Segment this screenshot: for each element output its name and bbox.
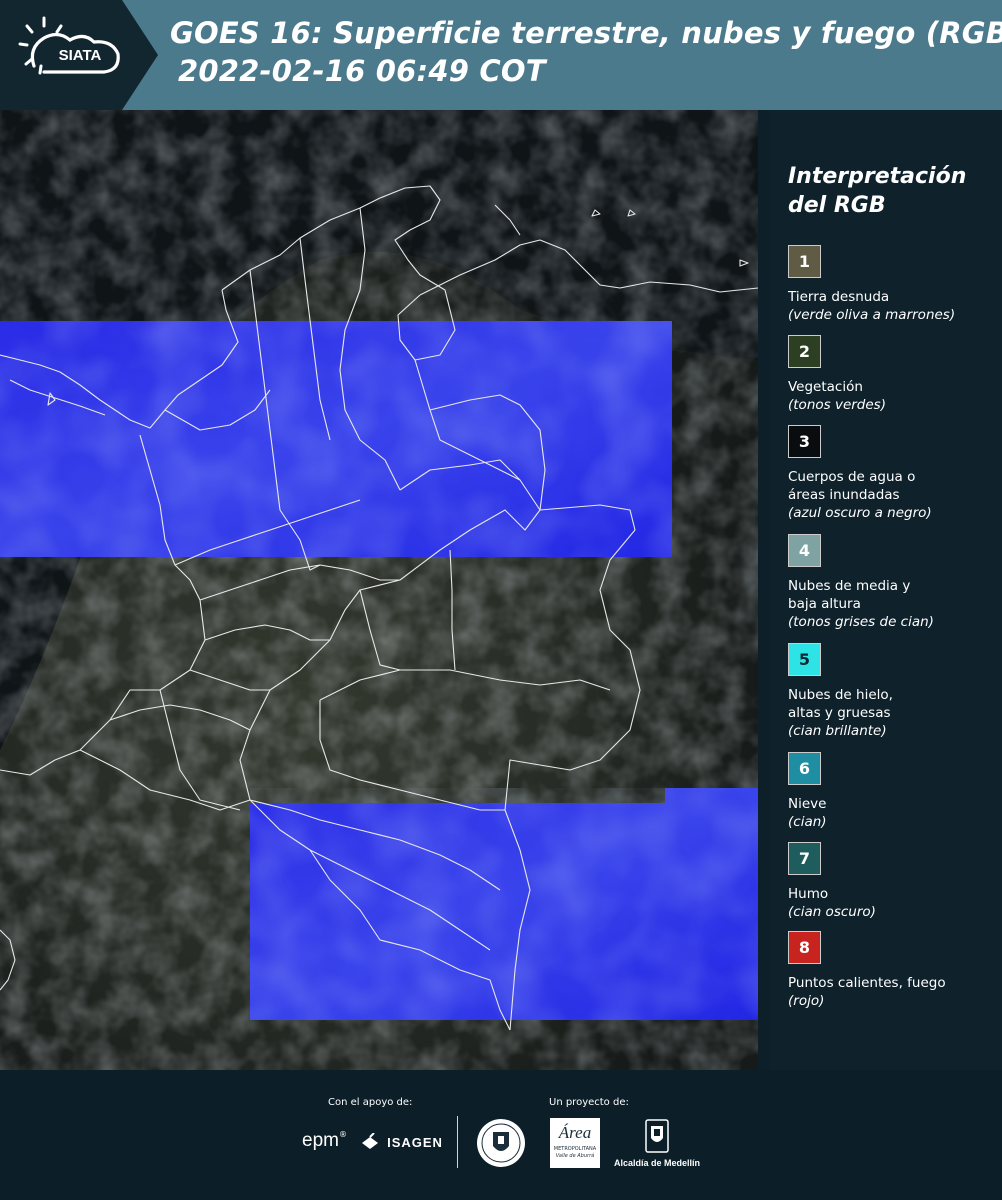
legend-item-fire: 8 Puntos calientes, fuego (rojo)	[788, 931, 1002, 1010]
legend-swatch: 5	[788, 643, 821, 676]
isagen-mark-icon	[362, 1131, 378, 1149]
legend-item-ice-clouds: 5 Nubes de hielo, altas y gruesas (cian …	[788, 643, 1002, 740]
alcaldia-logo[interactable]: Alcaldía de Medellín	[612, 1118, 702, 1168]
isagen-logo[interactable]: ISAGEN	[360, 1131, 443, 1153]
support-caption: Con el apoyo de:	[328, 1097, 413, 1108]
legend-item-mid-low-clouds: 4 Nubes de media y baja altura (tonos gr…	[788, 534, 1002, 631]
legend-sublabel: (cian brillante)	[788, 723, 887, 739]
legend-sublabel: (tonos verdes)	[788, 397, 886, 413]
legend-item-vegetation: 2 Vegetación (tonos verdes)	[788, 335, 1002, 414]
legend-label: Humo	[788, 886, 829, 902]
legend-label: Nubes de media y baja altura	[788, 578, 911, 612]
legend-swatch: 4	[788, 534, 821, 567]
footer-divider	[457, 1116, 458, 1168]
page-title: GOES 16: Superficie terrestre, nubes y f…	[170, 14, 1002, 90]
legend-label: Tierra desnuda	[788, 289, 890, 305]
title-line-2: 2022-02-16 06:49 COT	[178, 54, 546, 88]
alcaldia-text: Alcaldía de Medellín	[613, 1158, 701, 1168]
header: SIATA GOES 16: Superficie terrestre, nub…	[0, 0, 1002, 110]
legend-label: Nubes de hielo, altas y gruesas	[788, 687, 893, 721]
legend-label: Vegetación	[788, 379, 863, 395]
legend-label: Cuerpos de agua o áreas inundadas	[788, 469, 916, 503]
epm-logo-text: epm	[302, 1130, 339, 1151]
legend-title-line-2: del RGB	[788, 193, 886, 218]
legend-label: Puntos calientes, fuego	[788, 975, 946, 991]
legend-item-water: 3 Cuerpos de agua o áreas inundadas (azu…	[788, 425, 1002, 522]
legend-swatch: 6	[788, 752, 821, 785]
area-logo-main: Área	[558, 1123, 592, 1142]
legend-sublabel: (verde oliva a marrones)	[788, 307, 956, 323]
siata-logo[interactable]: SIATA	[0, 0, 160, 110]
legend-label: Nieve	[788, 796, 827, 812]
legend-title-line-1: Interpretación	[788, 164, 967, 189]
satellite-map[interactable]	[0, 110, 758, 1070]
legend-swatch: 2	[788, 335, 821, 368]
legend-panel: Interpretación del RGB 1 Tierra desnuda …	[770, 110, 1002, 1070]
legend-swatch: 8	[788, 931, 821, 964]
project-caption: Un proyecto de:	[549, 1097, 629, 1108]
legend-sublabel: (cian oscuro)	[788, 904, 876, 920]
area-logo-sub2: Valle de Aburrá	[555, 1153, 595, 1159]
footer: Con el apoyo de: Un proyecto de: epm® IS…	[0, 1070, 1002, 1200]
seal-icon	[477, 1119, 525, 1167]
legend-item-bare-soil: 1 Tierra desnuda (verde oliva a marrones…	[788, 245, 1002, 324]
legend-swatch: 7	[788, 842, 821, 875]
university-seal[interactable]	[476, 1118, 526, 1172]
legend-sublabel: (cian)	[788, 814, 827, 830]
area-metropolitana-logo[interactable]: Área METROPOLITANA Valle de Aburrá	[550, 1118, 600, 1168]
legend-item-smoke: 7 Humo (cian oscuro)	[788, 842, 1002, 921]
coat-of-arms-icon	[645, 1119, 669, 1153]
title-line-1: GOES 16: Superficie terrestre, nubes y f…	[170, 16, 1002, 50]
legend-swatch: 1	[788, 245, 821, 278]
isagen-logo-text: ISAGEN	[387, 1135, 443, 1150]
area-logo-sub1: METROPOLITANA	[553, 1146, 597, 1152]
logo-text: SIATA	[59, 47, 102, 64]
legend-swatch: 3	[788, 425, 821, 458]
legend-sublabel: (rojo)	[788, 993, 825, 1009]
legend-title: Interpretación del RGB	[788, 162, 998, 220]
epm-logo[interactable]: epm®	[302, 1130, 347, 1152]
legend-item-snow: 6 Nieve (cian)	[788, 752, 1002, 831]
legend-sublabel: (tonos grises de cian)	[788, 614, 934, 630]
legend-sublabel: (azul oscuro a negro)	[788, 505, 932, 521]
